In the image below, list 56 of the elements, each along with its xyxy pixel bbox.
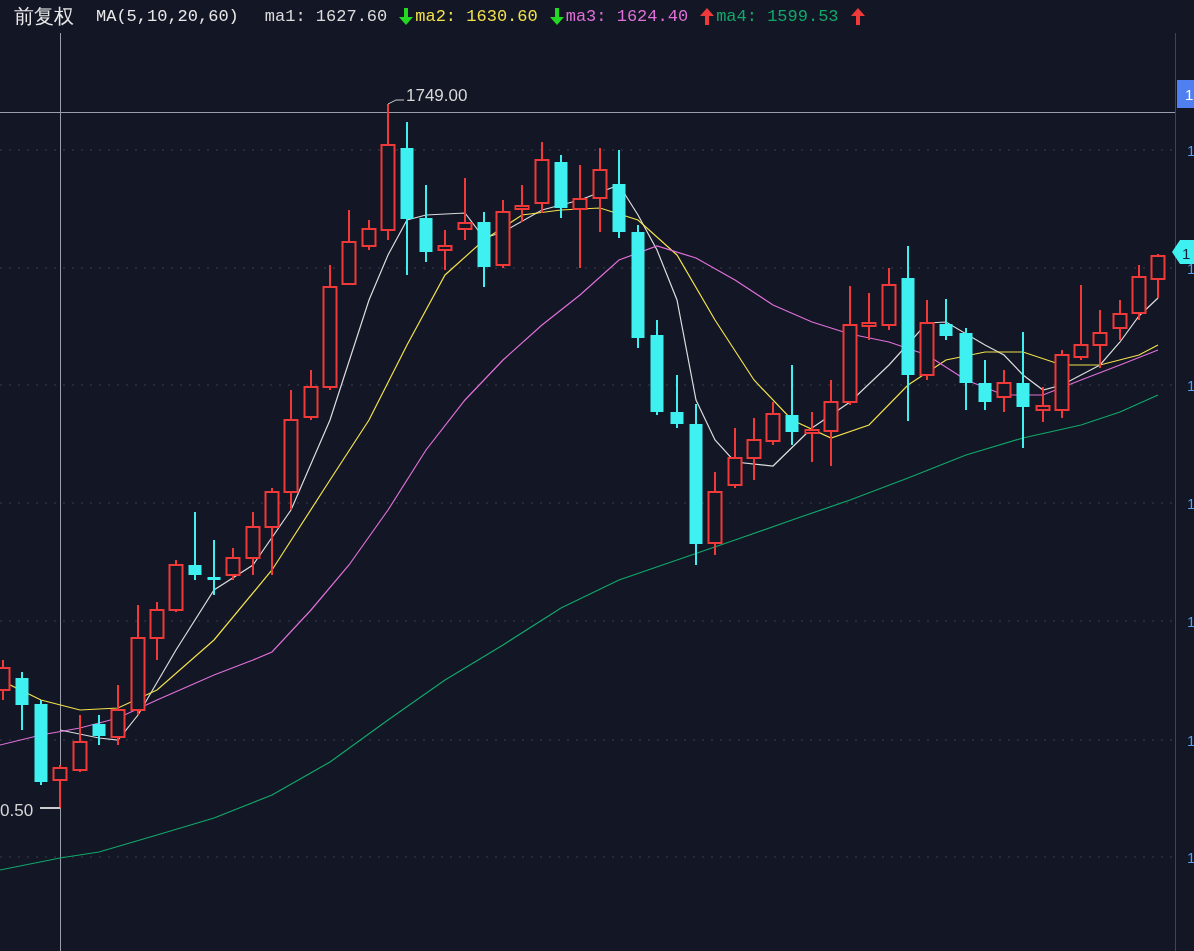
moving-average-value: ma1: 1627.60: [264, 7, 388, 26]
candlestick: [765, 401, 781, 446]
candlestick: [15, 671, 29, 731]
axis-label: 1: [1187, 377, 1194, 394]
axis-label: 1: [1187, 142, 1194, 159]
candlestick: [361, 219, 377, 251]
axis-label: 1: [1187, 849, 1194, 866]
candlestick: [939, 298, 953, 341]
candlestick: [996, 369, 1012, 413]
candlestick: [207, 539, 221, 596]
candlestick: [554, 154, 568, 219]
up-arrow-icon: [850, 8, 865, 25]
candlestick: [746, 417, 762, 481]
candlestick: [92, 714, 106, 746]
high-price-label: 1749.00: [406, 86, 468, 105]
down-arrow-icon: [549, 8, 564, 25]
candlestick: [861, 292, 877, 341]
candlestick: [1054, 349, 1070, 419]
indicator-label: MA(5,10,20,60): [96, 7, 239, 26]
candlestick: [168, 559, 184, 613]
candlestick: [52, 764, 68, 809]
moving-average-value: ma2: 1630.60: [415, 7, 538, 26]
crosshair-price-tag: 1: [1177, 80, 1194, 108]
candlestick: [225, 547, 241, 581]
leader-line: [387, 99, 405, 105]
candlestick: [881, 267, 897, 331]
candlestick: [978, 359, 992, 411]
price-adjustment-label: 前复权: [14, 3, 74, 30]
candlestick: [804, 411, 820, 463]
axis-label: 1: [1187, 732, 1194, 749]
up-arrow-icon: [700, 8, 715, 25]
candlestick: [1150, 253, 1166, 299]
candlestick: [1112, 299, 1128, 341]
axis-label: 1: [1187, 495, 1194, 512]
candlestick: [670, 374, 684, 429]
candlestick: [110, 684, 126, 746]
candlestick: [727, 427, 743, 489]
moving-average-value: ma3: 1624.40: [565, 7, 689, 26]
low-price-label: 0.50: [0, 801, 34, 820]
candlestick: [188, 511, 202, 581]
candlestick: [514, 184, 530, 223]
leader-line: [39, 807, 61, 809]
candlestick: [495, 199, 511, 269]
candlestick: [1131, 264, 1147, 321]
candlestick: [437, 229, 453, 271]
candlestick: [72, 714, 88, 773]
candlestick: [149, 601, 165, 661]
current-price-tag: 1: [1172, 240, 1194, 264]
candlestick: [245, 511, 261, 576]
axis-label: 1: [1187, 613, 1194, 630]
moving-average-value: ma4: 1599.53: [716, 7, 839, 26]
candlestick: [457, 177, 473, 241]
down-arrow-icon: [399, 8, 414, 25]
candlestick: [1035, 386, 1051, 423]
candlestick: [303, 369, 319, 421]
candlestick: [1092, 309, 1108, 369]
